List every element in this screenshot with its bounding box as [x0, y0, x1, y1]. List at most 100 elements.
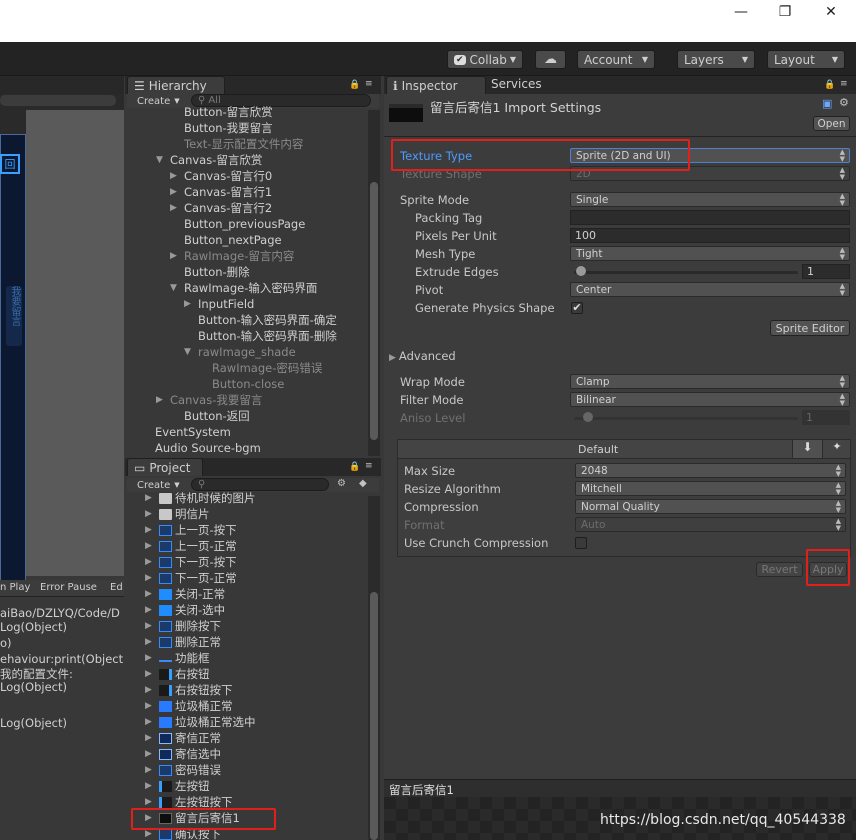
collapse-arrow-icon[interactable]: ▶ — [184, 299, 194, 309]
hierarchy-item[interactable]: ▶ Canvas-我要留言 — [156, 392, 262, 408]
project-item[interactable]: ▶ 下一页-正常 — [145, 570, 237, 586]
minimize-icon[interactable]: — — [718, 0, 764, 24]
hierarchy-item[interactable]: Button_nextPage — [184, 232, 282, 248]
hierarchy-item[interactable]: Text-显示配置文件内容 — [184, 136, 303, 152]
collapse-arrow-icon[interactable]: ▶ — [145, 749, 155, 759]
hierarchy-tab[interactable]: ☰ Hierarchy — [127, 76, 225, 94]
filter-type-icon[interactable]: ⚙ — [337, 478, 346, 489]
use-crunch-compression-checkbox[interactable] — [575, 537, 587, 549]
project-item[interactable]: ▶ 垃圾桶正常 — [145, 698, 233, 714]
filter-mode-dropdown[interactable]: Bilinear ▲ ▼ — [570, 392, 850, 407]
collapse-arrow-icon[interactable]: ▶ — [145, 765, 155, 775]
extrude-edges-input[interactable]: 1 — [802, 264, 850, 279]
layers-button[interactable]: Layers ▼ — [677, 50, 755, 69]
collapse-arrow-icon[interactable]: ▶ — [145, 541, 155, 551]
hierarchy-item[interactable]: Button-返回 — [184, 408, 250, 424]
project-item[interactable]: ▶ 关闭-选中 — [145, 602, 225, 618]
cloud-button[interactable]: ☁ — [535, 50, 566, 69]
project-item[interactable]: ▶ 右按钮按下 — [145, 682, 233, 698]
lock-icon[interactable]: 🔒 — [349, 462, 360, 472]
collab-button[interactable]: ✔ Collab ▼ — [447, 50, 523, 69]
project-item[interactable]: ▶ 功能框 — [145, 650, 210, 666]
project-item[interactable]: ▶ 下一页-按下 — [145, 554, 237, 570]
console-line[interactable]: Log(Object) — [0, 716, 67, 730]
hierarchy-item[interactable]: Audio Source-bgm — [155, 440, 261, 456]
collapse-arrow-icon[interactable]: ▶ — [170, 203, 180, 213]
collapse-arrow-icon[interactable]: ▶ — [170, 187, 180, 197]
panel-menu-icon[interactable]: ≡ — [840, 79, 848, 89]
collapse-arrow-icon[interactable]: ▶ — [145, 637, 155, 647]
hierarchy-item[interactable]: ▶ Canvas-留言行0 — [170, 168, 272, 184]
hierarchy-item[interactable]: ▶ Canvas-留言行2 — [170, 200, 272, 216]
filter-label-icon[interactable]: ◆ — [359, 478, 367, 489]
hierarchy-item[interactable]: ▶ Canvas-留言行1 — [170, 184, 272, 200]
hierarchy-item[interactable]: Button_previousPage — [184, 216, 305, 232]
android-icon[interactable]: ✦ — [822, 440, 851, 458]
collapse-arrow-icon[interactable]: ▶ — [145, 525, 155, 535]
hierarchy-item[interactable]: ▶ InputField — [184, 296, 254, 312]
sprite-editor-button[interactable]: Sprite Editor — [770, 320, 850, 336]
collapse-arrow-icon[interactable]: ▶ — [145, 829, 155, 839]
pixels-per-unit-input[interactable]: 100 — [570, 228, 850, 243]
expand-arrow-icon[interactable]: ▼ — [156, 155, 166, 165]
hierarchy-item[interactable]: Button-输入密码界面-删除 — [198, 328, 337, 344]
collapse-arrow-icon[interactable]: ▶ — [145, 589, 155, 599]
advanced-foldout[interactable]: ▶ Advanced — [389, 349, 456, 363]
sprite-mode-dropdown[interactable]: Single ▲ ▼ — [570, 192, 850, 207]
collapse-arrow-icon[interactable]: ▶ — [145, 669, 155, 679]
layout-button[interactable]: Layout ▼ — [767, 50, 845, 69]
project-list[interactable]: ▶ 待机时候的图片 ▶ 明信片 ▶ 上一页-按下 ▶ 上一页-正常 ▶ 下一页-按下 ▶ 下一页-正常… — [125, 490, 367, 840]
help-icon[interactable]: ▣ — [822, 97, 832, 110]
inspector-tab[interactable]: ℹ Inspector — [386, 76, 486, 94]
collapse-arrow-icon[interactable]: ▶ — [145, 685, 155, 695]
hierarchy-item[interactable]: ▼ RawImage-输入密码界面 — [170, 280, 317, 296]
collapse-arrow-icon[interactable]: ▶ — [145, 701, 155, 711]
console-tab-error-pause[interactable]: Error Pause — [40, 582, 97, 593]
console-line[interactable]: Log(Object) — [0, 620, 67, 634]
project-item[interactable]: ▶ 上一页-按下 — [145, 522, 237, 538]
project-create-button[interactable]: Create — [137, 480, 170, 491]
project-item[interactable]: ▶ 待机时候的图片 — [145, 490, 256, 506]
hierarchy-item[interactable]: EventSystem — [155, 424, 231, 440]
expand-arrow-icon[interactable]: ▼ — [170, 283, 180, 293]
hierarchy-item[interactable]: ▼ rawImage_shade — [184, 344, 296, 360]
compression-dropdown[interactable]: Normal Quality ▲ ▼ — [575, 499, 846, 514]
platform-tab-default[interactable]: Default — [578, 443, 618, 456]
project-item[interactable]: ▶ 垃圾桶正常选中 — [145, 714, 256, 730]
hierarchy-item[interactable]: ▼ Canvas-留言欣赏 — [156, 152, 262, 168]
console-tab-play[interactable]: n Play — [0, 582, 30, 593]
project-item[interactable]: ▶ 寄信选中 — [145, 746, 221, 762]
resize-algorithm-dropdown[interactable]: Mitchell ▲ ▼ — [575, 481, 846, 496]
panel-menu-icon[interactable]: ≡ — [365, 79, 373, 89]
project-item[interactable]: ▶ 关闭-正常 — [145, 586, 225, 602]
extrude-slider-handle[interactable] — [576, 266, 586, 276]
collapse-arrow-icon[interactable]: ▶ — [145, 653, 155, 663]
max-size-dropdown[interactable]: 2048 ▲ ▼ — [575, 463, 846, 478]
settings-gear-icon[interactable]: ⚙ — [839, 96, 849, 109]
account-button[interactable]: Account ▼ — [577, 50, 655, 69]
project-item[interactable]: ▶ 密码错误 — [145, 762, 221, 778]
project-tab[interactable]: ▭ Project — [127, 458, 203, 476]
collapse-arrow-icon[interactable]: ▶ — [170, 251, 180, 261]
collapse-arrow-icon[interactable]: ▶ — [145, 573, 155, 583]
close-icon[interactable]: ✕ — [808, 0, 854, 24]
hierarchy-item[interactable]: Button-close — [212, 376, 284, 392]
project-item[interactable]: ▶ 右按钮 — [145, 666, 210, 682]
wrap-mode-dropdown[interactable]: Clamp ▲ ▼ — [570, 374, 850, 389]
collapse-arrow-icon[interactable]: ▶ — [145, 797, 155, 807]
download-icon[interactable]: ⬇ — [792, 440, 822, 458]
hierarchy-item[interactable]: Button-我要留言 — [184, 120, 273, 136]
collapse-arrow-icon[interactable]: ▶ — [145, 621, 155, 631]
console-line[interactable]: Log(Object) — [0, 680, 67, 694]
mesh-type-dropdown[interactable]: Tight ▲ ▼ — [570, 246, 850, 261]
pivot-dropdown[interactable]: Center ▲ ▼ — [570, 282, 850, 297]
project-item[interactable]: ▶ 左按钮 — [145, 778, 210, 794]
project-item[interactable]: ▶ 明信片 — [145, 506, 210, 522]
extrude-slider-track[interactable] — [574, 271, 798, 274]
generate-physics-shape-checkbox[interactable]: ✔ — [571, 302, 583, 314]
scene-view[interactable]: 回 我要留言 — [0, 76, 124, 600]
collapse-arrow-icon[interactable]: ▶ — [145, 781, 155, 791]
hierarchy-item[interactable]: RawImage-密码错误 — [212, 360, 322, 376]
revert-button[interactable]: Revert — [756, 562, 803, 577]
lock-icon[interactable]: 🔒 — [824, 80, 835, 90]
